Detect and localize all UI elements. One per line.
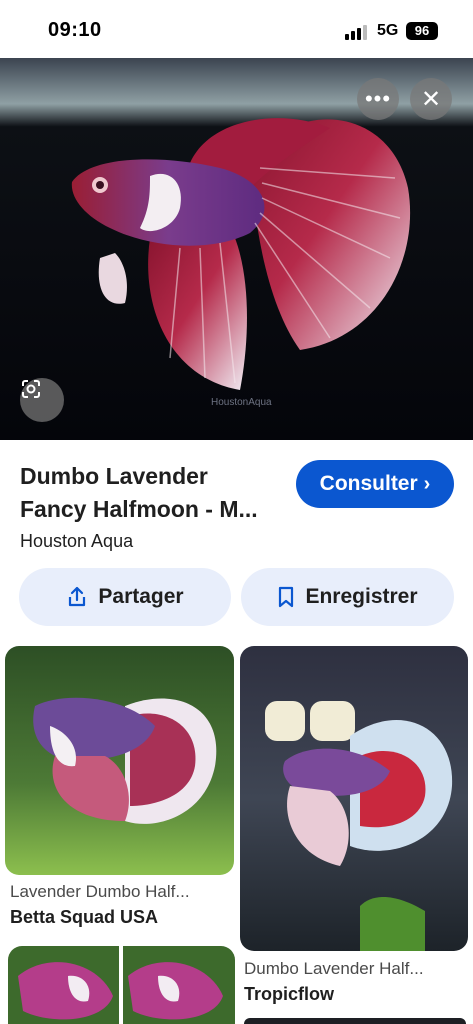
betta-fish-thumbnail — [5, 646, 234, 875]
status-time: 09:10 — [48, 19, 102, 41]
related-image-2[interactable] — [240, 646, 468, 951]
google-lens-button[interactable] — [20, 378, 64, 422]
google-lens-icon — [22, 380, 40, 398]
network-type: 5G — [377, 22, 399, 39]
close-button[interactable]: ✕ — [410, 78, 452, 120]
battery-indicator: 96 — [406, 22, 438, 40]
betta-fish-thumbnail — [240, 646, 468, 951]
save-label: Enregistrer — [305, 585, 418, 608]
status-bar: 09:10 5G 96 — [0, 0, 473, 58]
related-image-4[interactable] — [244, 1018, 466, 1024]
result-source[interactable]: Houston Aqua — [20, 531, 133, 552]
chevron-right-icon: › — [423, 472, 431, 495]
more-options-button[interactable]: ••• — [357, 78, 399, 120]
betta-fish-thumbnail — [8, 946, 235, 1024]
cellular-signal-icon — [345, 24, 369, 40]
related-source-2[interactable]: Tropicflow — [244, 984, 334, 1005]
share-label: Partager — [98, 585, 184, 608]
main-image[interactable]: ••• ✕ HoustonAqua — [0, 58, 473, 440]
save-button[interactable]: Enregistrer — [241, 568, 454, 626]
close-icon: ✕ — [420, 85, 442, 113]
result-title-line1: Dumbo Lavender — [20, 463, 208, 489]
visit-label: Consulter — [319, 472, 418, 495]
related-title-1[interactable]: Lavender Dumbo Half... — [10, 882, 190, 902]
more-horizontal-icon: ••• — [364, 86, 392, 111]
image-watermark: HoustonAqua — [211, 397, 272, 408]
related-image-1[interactable] — [5, 646, 234, 875]
visit-button[interactable]: Consulter › — [296, 460, 454, 508]
related-source-1[interactable]: Betta Squad USA — [10, 907, 158, 928]
share-icon — [69, 586, 86, 607]
result-title-line2: Fancy Halfmoon - M... — [20, 496, 258, 522]
bookmark-icon — [279, 586, 294, 608]
related-image-3[interactable] — [8, 946, 235, 1024]
share-button[interactable]: Partager — [19, 568, 231, 626]
betta-fish-illustration — [0, 58, 473, 440]
related-title-2[interactable]: Dumbo Lavender Half... — [244, 959, 424, 979]
result-title[interactable]: Dumbo Lavender Fancy Halfmoon - M... — [20, 460, 290, 526]
